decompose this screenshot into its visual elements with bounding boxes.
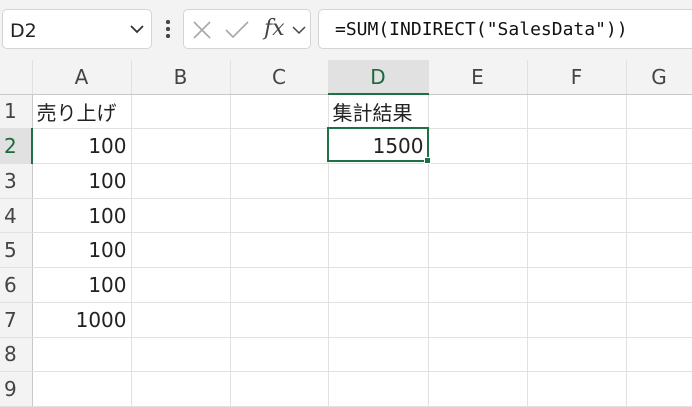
- cell-g3[interactable]: [626, 163, 692, 199]
- cell-e1[interactable]: [428, 94, 528, 130]
- cell-b3[interactable]: [131, 163, 231, 199]
- cell-e2[interactable]: [428, 128, 528, 164]
- cell-e5[interactable]: [428, 232, 528, 269]
- cell-d6[interactable]: [328, 267, 429, 303]
- cell-g2[interactable]: [626, 128, 692, 164]
- chevron-down-icon[interactable]: [292, 25, 306, 35]
- cell-b6[interactable]: [131, 267, 231, 303]
- row-header-5[interactable]: 5: [0, 232, 33, 269]
- cell-d2[interactable]: 1500: [328, 128, 429, 164]
- cell-c8[interactable]: [230, 337, 329, 373]
- column-header-a[interactable]: A: [32, 60, 132, 95]
- formula-bar-area: D2 fx =SUM(INDIRECT("SalesData")): [0, 0, 692, 60]
- cell-g6[interactable]: [626, 267, 692, 303]
- cell-a3[interactable]: 100: [32, 163, 132, 199]
- cell-e7[interactable]: [428, 302, 528, 338]
- column-header-g[interactable]: G: [626, 60, 692, 95]
- column-header-e[interactable]: E: [428, 60, 528, 95]
- cell-c5[interactable]: [230, 232, 329, 269]
- insert-function-button[interactable]: fx: [264, 16, 285, 41]
- cell-c1[interactable]: [230, 94, 329, 130]
- cell-e4[interactable]: [428, 198, 528, 234]
- cell-c7[interactable]: [230, 302, 329, 338]
- column-header-d[interactable]: D: [328, 60, 429, 95]
- cell-a2[interactable]: 100: [32, 128, 132, 164]
- cell-d8[interactable]: [328, 337, 429, 373]
- cell-d3[interactable]: [328, 163, 429, 199]
- column-header-c[interactable]: C: [230, 60, 329, 95]
- cell-a6[interactable]: 100: [32, 267, 132, 303]
- cell-c6[interactable]: [230, 267, 329, 303]
- close-icon[interactable]: [192, 20, 212, 40]
- cell-f7[interactable]: [527, 302, 627, 338]
- cell-f3[interactable]: [527, 163, 627, 199]
- row-header-4[interactable]: 4: [0, 198, 33, 234]
- name-box[interactable]: D2: [2, 9, 152, 49]
- cell-a1[interactable]: 売り上げ: [32, 94, 132, 130]
- cell-f8[interactable]: [527, 337, 627, 373]
- cell-f4[interactable]: [527, 198, 627, 234]
- cell-e9[interactable]: [428, 371, 528, 407]
- cell-b9[interactable]: [131, 371, 231, 407]
- cell-b8[interactable]: [131, 337, 231, 373]
- more-options-icon[interactable]: [160, 16, 176, 42]
- cell-g4[interactable]: [626, 198, 692, 234]
- name-box-value: D2: [10, 20, 37, 42]
- cell-b4[interactable]: [131, 198, 231, 234]
- row-header-6[interactable]: 6: [0, 267, 33, 303]
- cell-g9[interactable]: [626, 371, 692, 407]
- cell-a4[interactable]: 100: [32, 198, 132, 234]
- cell-c2[interactable]: [230, 128, 329, 164]
- cell-b1[interactable]: [131, 94, 231, 130]
- cell-c9[interactable]: [230, 371, 329, 407]
- row-header-7[interactable]: 7: [0, 302, 33, 338]
- formula-input[interactable]: =SUM(INDIRECT("SalesData")): [318, 9, 692, 49]
- cell-c3[interactable]: [230, 163, 329, 199]
- row-header-3[interactable]: 3: [0, 163, 33, 199]
- formula-actions: fx: [183, 9, 311, 49]
- cell-f9[interactable]: [527, 371, 627, 407]
- cell-f5[interactable]: [527, 232, 627, 269]
- cell-e6[interactable]: [428, 267, 528, 303]
- cell-c4[interactable]: [230, 198, 329, 234]
- cell-a9[interactable]: [32, 371, 132, 407]
- row-header-2[interactable]: 2: [0, 128, 33, 164]
- cell-a5[interactable]: 100: [32, 232, 132, 269]
- cell-f6[interactable]: [527, 267, 627, 303]
- row-header-1[interactable]: 1: [0, 94, 33, 130]
- cell-f1[interactable]: [527, 94, 627, 130]
- cell-b5[interactable]: [131, 232, 231, 269]
- select-all-corner[interactable]: [0, 60, 33, 95]
- cell-g1[interactable]: [626, 94, 692, 130]
- cell-d5[interactable]: [328, 232, 429, 269]
- formula-text: =SUM(INDIRECT("SalesData")): [335, 19, 628, 40]
- cell-g5[interactable]: [626, 232, 692, 269]
- chevron-down-icon[interactable]: [129, 23, 145, 35]
- cell-e3[interactable]: [428, 163, 528, 199]
- cell-d9[interactable]: [328, 371, 429, 407]
- cell-e8[interactable]: [428, 337, 528, 373]
- cell-g8[interactable]: [626, 337, 692, 373]
- cell-d7[interactable]: [328, 302, 429, 338]
- row-header-9[interactable]: 9: [0, 371, 33, 407]
- column-header-f[interactable]: F: [527, 60, 627, 95]
- cell-f2[interactable]: [527, 128, 627, 164]
- row-header-8[interactable]: 8: [0, 337, 33, 373]
- cell-d4[interactable]: [328, 198, 429, 234]
- cell-b2[interactable]: [131, 128, 231, 164]
- cell-g7[interactable]: [626, 302, 692, 338]
- spreadsheet-grid: A B C D E F G 1 売り上げ 集計結果 2 100 1500 3 1…: [0, 60, 692, 407]
- column-header-b[interactable]: B: [131, 60, 231, 95]
- cell-a8[interactable]: [32, 337, 132, 373]
- cell-d1[interactable]: 集計結果: [328, 94, 429, 130]
- fill-handle[interactable]: [424, 157, 431, 164]
- cell-a7[interactable]: 1000: [32, 302, 132, 338]
- checkmark-icon[interactable]: [224, 20, 250, 40]
- cell-b7[interactable]: [131, 302, 231, 338]
